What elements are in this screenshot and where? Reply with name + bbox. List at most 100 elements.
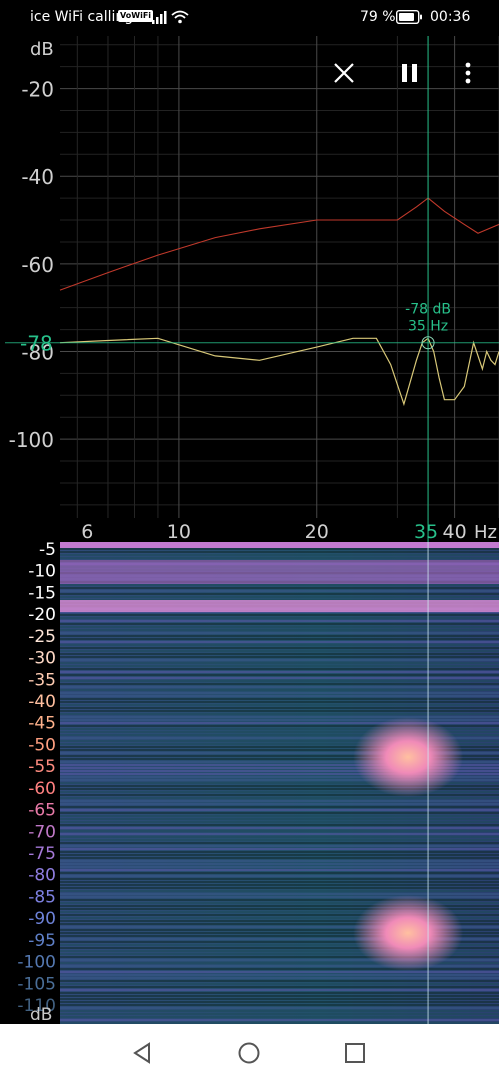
spectrogram-streak [60,1016,499,1018]
more-vertical-icon [465,62,471,84]
spectrogram-streak [60,833,499,835]
x-tick-label: 40 [443,521,467,543]
close-button[interactable] [326,58,362,90]
spectrogram-streak [60,680,499,682]
spectrogram-streak [60,995,499,997]
spectrogram-streak [60,554,499,556]
spectrogram-streak [60,998,499,1000]
spectrogram-streak [60,587,499,589]
spectrogram-tick-label: -80 [28,866,56,886]
spectrogram-streak [60,596,499,598]
home-circle-icon[interactable] [237,1041,261,1065]
spectrogram-streak [60,668,499,670]
current-spectrum-line [59,337,499,407]
spectrogram-streak [60,818,499,820]
spectrogram-streak [60,623,499,625]
pause-button[interactable] [392,58,428,90]
spectrogram-tick-label: -100 [17,953,56,973]
spectrogram-tick-label: -105 [17,974,56,994]
spectrogram-streak [60,641,499,643]
spectrogram-streak [60,830,499,832]
spectrogram-streak [60,1019,499,1021]
spectrogram-tick-label: -65 [28,801,56,821]
x-unit-label: Hz [474,522,497,543]
spectrogram-streak [60,626,499,628]
spectrogram-streak [60,851,499,853]
spectrogram-streak [60,881,499,883]
spectrogram-streak [60,635,499,637]
y-unit-label: dB [30,39,54,60]
spectrogram-tick-label: -45 [28,714,56,734]
x-tick-label: 20 [305,521,329,543]
spectrogram-streak [60,620,499,622]
spectrogram-streak [60,983,499,985]
spectrogram-streak [60,629,499,631]
spectrogram-streak [60,860,499,862]
spectrogram-tick-label: -60 [28,779,56,799]
spectrogram-streak [60,665,499,667]
spectrogram-streak [60,992,499,994]
x-tick-label: 6 [81,521,93,543]
spectrogram-tick-label: -90 [28,909,56,929]
spectrogram-tick-label: -55 [28,757,56,777]
spectrogram-streak [60,854,499,856]
spectrogram-streak [60,584,499,586]
spectrogram-streak [60,989,499,991]
spectrogram-streak [60,617,499,619]
spectrogram-streak [60,815,499,817]
peak-hold-line [59,197,499,291]
spectrogram-streak [60,893,499,895]
close-icon [334,63,354,83]
spectrogram-tick-label: -70 [28,822,56,842]
spectrogram-streak [60,590,499,592]
spectrogram-tick-label: -15 [28,583,56,603]
spectrogram-streak [60,662,499,664]
spectrogram-streak [60,875,499,877]
spectrogram-tick-label: -10 [28,562,56,582]
spectrogram-streak [60,896,499,898]
spectrogram-streak [60,800,499,802]
spectrogram-streak [60,884,499,886]
spectrogram-streak [60,1004,499,1006]
spectrogram-streak [60,659,499,661]
spectrogram-streak [60,827,499,829]
spectrogram-streak [60,551,499,553]
spectrogram-streak [60,809,499,811]
spectrogram-streak [60,971,499,973]
pause-icon [402,64,417,82]
back-triangle-icon[interactable] [130,1041,154,1065]
spectrogram-streak [60,707,499,709]
spectrogram-streak [60,821,499,823]
spectrogram-streak [60,650,499,652]
spectrogram-streak [60,812,499,814]
spectrogram-streak [60,836,499,838]
spectrogram-streak [60,977,499,979]
spectrogram-unit-label: dB [30,1005,52,1024]
spectrogram-streak [60,695,499,697]
spectrogram-streak [60,671,499,673]
spectrogram-streak [60,872,499,874]
spectrogram-streak [60,968,499,970]
spectrogram-streak [60,878,499,880]
spectrogram-streak [60,1001,499,1003]
y-tick-label: -40 [21,165,54,189]
spectrogram-streak [60,716,499,718]
spectrogram-streak [60,842,499,844]
recents-square-icon[interactable] [343,1041,367,1065]
spectrogram-streak [60,974,499,976]
spectrogram-streak [60,1007,499,1009]
spectrogram-tick-label: -95 [28,931,56,951]
spectrogram-streak [60,692,499,694]
spectrogram-tick-label: -85 [28,887,56,907]
spectrogram-streak [60,632,499,634]
spectrogram-streak [60,1013,499,1015]
spectrogram-tick-label: -75 [28,844,56,864]
analyzer-plot[interactable]: -20 -40 -60 -80 -100 dB 6 10 20 40 Hz -78 -78 dB35 H… [0,0,499,1024]
spectrogram-streak [60,548,499,550]
more-menu-button[interactable] [450,58,486,90]
spectrogram-streak [60,557,499,559]
y-tick-label: -20 [21,78,54,102]
spectrogram-streak [60,806,499,808]
spectrogram-tick-label: -25 [28,627,56,647]
spectrogram-streak [60,656,499,658]
